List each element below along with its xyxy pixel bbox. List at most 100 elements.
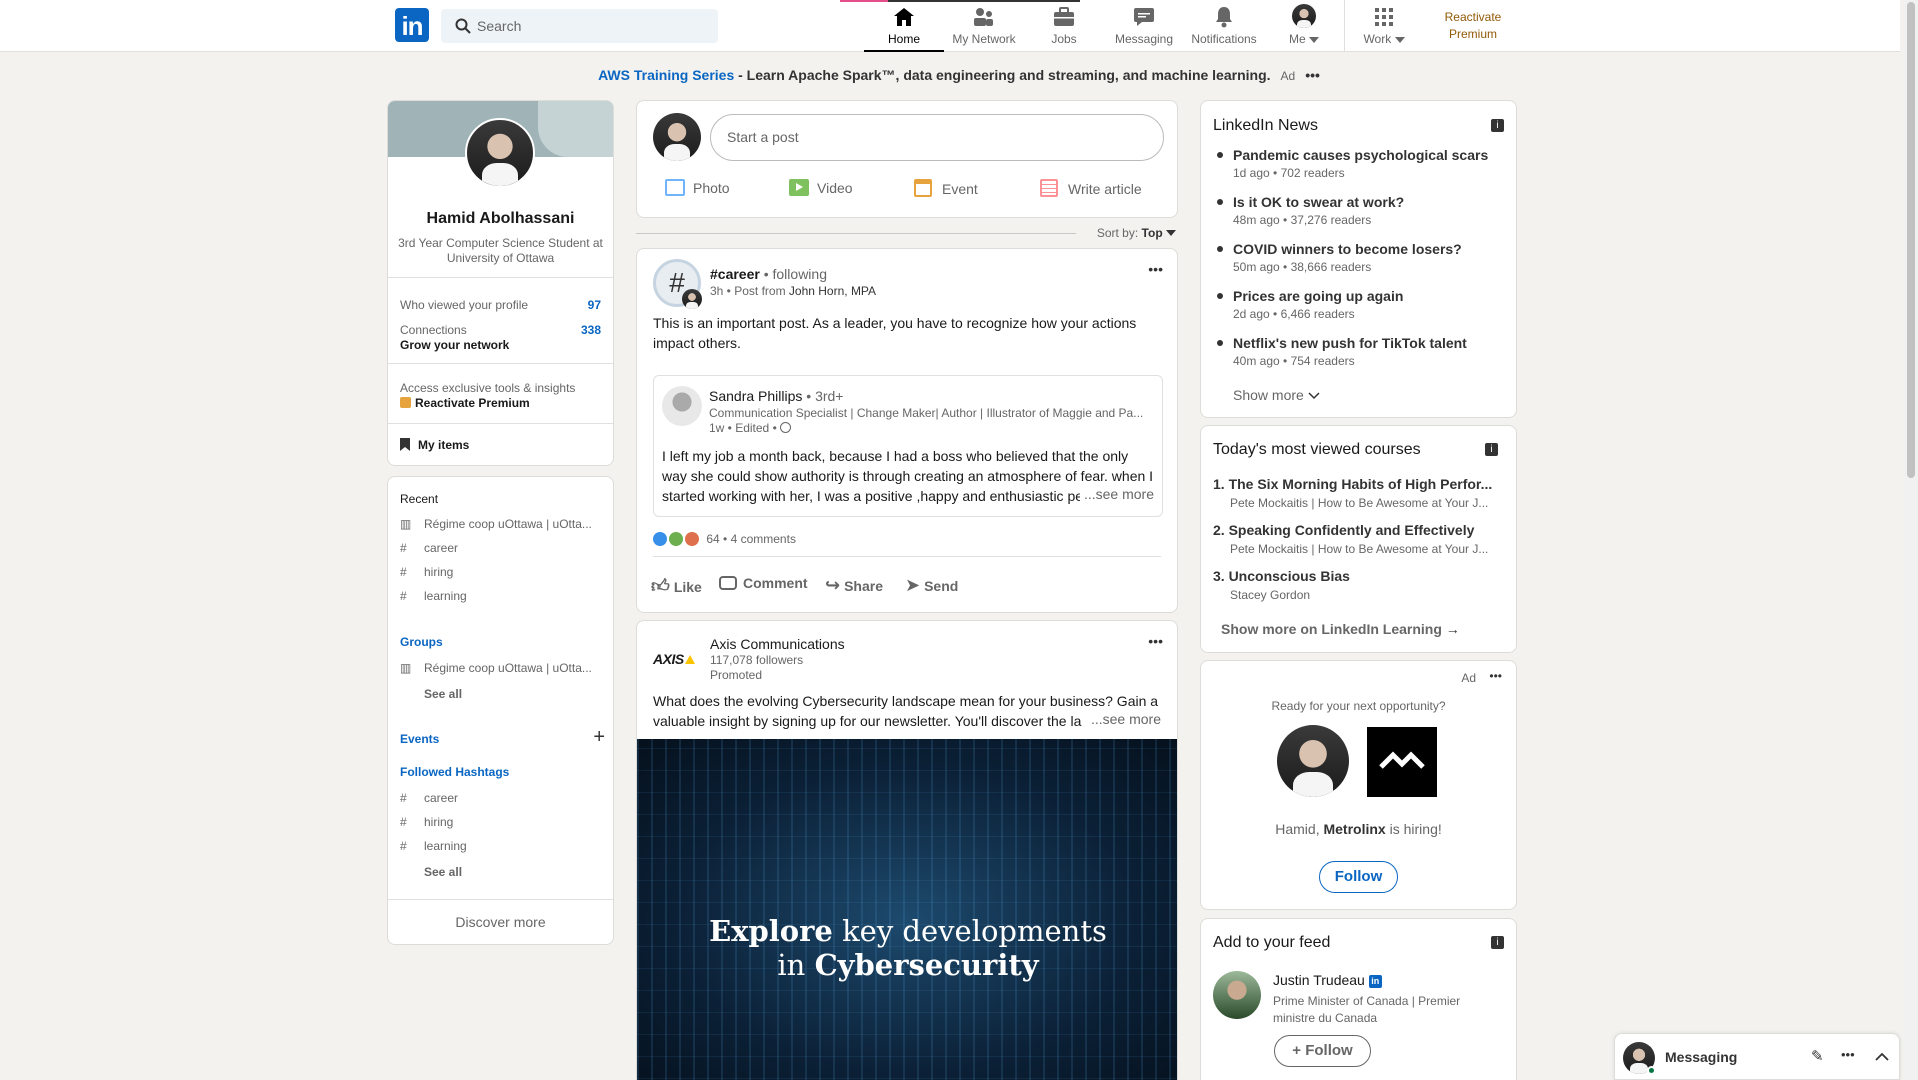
- nav-messaging[interactable]: Messaging: [1104, 0, 1184, 52]
- messaging-panel[interactable]: Messaging ✎ •••: [1614, 1033, 1900, 1080]
- shared-author-name[interactable]: Sandra Phillips: [709, 388, 802, 404]
- recent-item[interactable]: # learning: [400, 589, 467, 603]
- groups-title[interactable]: Groups: [400, 635, 443, 649]
- reactivate-premium-link[interactable]: Reactivate Premium: [1432, 9, 1514, 43]
- share-button[interactable]: ↪ Share: [825, 575, 883, 596]
- send-button[interactable]: ➤ Send: [905, 575, 958, 596]
- search-input[interactable]: [477, 9, 707, 43]
- globe-icon: [780, 422, 792, 433]
- chevron-up-icon[interactable]: [1875, 1052, 1889, 1061]
- learning-show-more[interactable]: Show more on LinkedIn Learning →: [1221, 621, 1460, 637]
- write-article-button[interactable]: Write article: [1040, 179, 1142, 197]
- shared-meta: 1w • Edited •: [709, 421, 792, 435]
- search-box[interactable]: [441, 9, 718, 43]
- feed-follow-button[interactable]: + Follow: [1274, 1035, 1371, 1067]
- like-button[interactable]: 👍︎ Like: [651, 575, 702, 597]
- news-item[interactable]: Pandemic causes psychological scars 1d ag…: [1213, 147, 1488, 180]
- messaging-label: Messaging: [1665, 1049, 1738, 1065]
- metrolinx-logo[interactable]: [1367, 727, 1437, 797]
- grow-network-link[interactable]: Grow your network: [400, 338, 509, 352]
- reactions-summary[interactable]: 64 • 4 comments: [653, 532, 796, 546]
- feed-person[interactable]: Justin Trudeau in: [1273, 972, 1382, 988]
- news-item[interactable]: Netflix's new push for TikTok talent 40m …: [1213, 335, 1467, 368]
- sandra-avatar[interactable]: [662, 386, 702, 426]
- comment-button[interactable]: Comment: [719, 575, 808, 591]
- nav-me[interactable]: Me: [1264, 0, 1344, 52]
- followed-hashtags-title[interactable]: Followed Hashtags: [400, 765, 509, 779]
- add-event-icon[interactable]: +: [593, 726, 605, 749]
- feed-title: Add to your feed: [1213, 934, 1331, 951]
- news-item[interactable]: COVID winners to become losers? 50m ago •…: [1213, 241, 1462, 274]
- discover-more-button[interactable]: Discover more: [388, 914, 613, 930]
- courses-card: Today's most viewed courses i 1. The Six…: [1200, 425, 1517, 653]
- ad-brand[interactable]: AWS Training Series: [598, 67, 734, 83]
- course-item[interactable]: 3. Unconscious Bias Stacey Gordon: [1213, 568, 1350, 602]
- axis-logo[interactable]: AXIS: [653, 651, 695, 667]
- nav-my-network[interactable]: My Network: [944, 0, 1024, 52]
- trudeau-avatar[interactable]: [1213, 971, 1261, 1019]
- ad-follow-button[interactable]: Follow: [1319, 861, 1398, 893]
- nav-jobs[interactable]: Jobs: [1024, 0, 1104, 52]
- hashtag-icon: #: [400, 541, 407, 555]
- hashtags-see-all[interactable]: See all: [424, 865, 462, 879]
- who-viewed-label[interactable]: Who viewed your profile: [400, 298, 528, 312]
- info-icon[interactable]: i: [1485, 443, 1498, 456]
- feed-post: # #career • following 3h • Post from Joh…: [636, 248, 1178, 613]
- comments-count[interactable]: • 4 comments: [723, 532, 796, 546]
- compose-icon[interactable]: ✎: [1811, 1047, 1824, 1065]
- more-options-icon[interactable]: •••: [1148, 261, 1163, 277]
- see-more-link[interactable]: ...see more: [1079, 486, 1154, 502]
- news-item[interactable]: Prices are going up again 2d ago • 6,466 …: [1213, 288, 1403, 321]
- shared-post[interactable]: Sandra Phillips • 3rd+ Communication Spe…: [653, 375, 1163, 517]
- sort-control[interactable]: Sort by: Top: [1097, 226, 1176, 240]
- nav-label: Me: [1264, 32, 1344, 46]
- start-post-input[interactable]: Start a post: [710, 114, 1164, 161]
- composer-avatar[interactable]: [653, 113, 701, 161]
- connections-label[interactable]: Connections: [400, 323, 467, 337]
- hashtag-link[interactable]: #career: [710, 266, 760, 282]
- photo-button[interactable]: Photo: [665, 179, 730, 196]
- more-options-icon[interactable]: •••: [1305, 67, 1320, 83]
- company-name[interactable]: Axis Communications: [710, 636, 845, 652]
- promoted-image[interactable]: Explore key developments in Cybersecurit…: [637, 739, 1177, 1080]
- info-icon[interactable]: i: [1491, 936, 1504, 949]
- hashtag-item[interactable]: # career: [400, 791, 458, 805]
- event-button[interactable]: Event: [914, 179, 978, 197]
- groups-see-all[interactable]: See all: [424, 687, 462, 701]
- see-more-link[interactable]: ...see more: [1086, 711, 1161, 727]
- more-options-icon[interactable]: •••: [1489, 669, 1502, 683]
- nav-notifications[interactable]: Notifications: [1184, 0, 1264, 52]
- profile-name[interactable]: Hamid Abolhassani: [388, 210, 613, 228]
- news-item[interactable]: Is it OK to swear at work? 48m ago • 37,2…: [1213, 194, 1404, 227]
- events-title[interactable]: Events: [400, 732, 439, 746]
- recent-item[interactable]: # career: [400, 541, 458, 555]
- course-item[interactable]: 2. Speaking Confidently and Effectively P…: [1213, 522, 1488, 556]
- info-icon[interactable]: i: [1491, 119, 1504, 132]
- nav-home[interactable]: Home: [864, 0, 944, 52]
- video-button[interactable]: Video: [789, 179, 853, 196]
- post-from-link[interactable]: John Horn, MPA: [789, 284, 876, 298]
- more-options-icon[interactable]: •••: [1148, 633, 1163, 649]
- reactivate-premium-button[interactable]: Reactivate Premium: [400, 396, 530, 410]
- nav-work[interactable]: Work: [1344, 0, 1424, 52]
- who-viewed-count[interactable]: 97: [588, 298, 601, 312]
- top-ad-banner[interactable]: AWS Training Series - Learn Apache Spark…: [0, 67, 1918, 83]
- group-item[interactable]: ▥ Régime coop uOttawa | uOtta...: [400, 661, 592, 675]
- profile-avatar[interactable]: [465, 118, 535, 188]
- more-options-icon[interactable]: •••: [1841, 1047, 1855, 1062]
- recent-item[interactable]: # hiring: [400, 565, 453, 579]
- news-show-more[interactable]: Show more: [1233, 387, 1320, 403]
- recent-item[interactable]: ▥ Régime coop uOttawa | uOtta...: [400, 517, 592, 531]
- scrollbar-thumb[interactable]: [1907, 2, 1915, 478]
- course-item[interactable]: 1. The Six Morning Habits of High Perfor…: [1213, 476, 1492, 510]
- linkedin-logo[interactable]: in: [395, 8, 429, 42]
- scrollbar[interactable]: [1904, 0, 1918, 1080]
- connections-count[interactable]: 338: [581, 323, 601, 337]
- my-items-link[interactable]: My items: [400, 438, 469, 452]
- calendar-icon: [914, 179, 932, 197]
- bell-icon: [1216, 7, 1232, 28]
- hashtag-item[interactable]: # learning: [400, 839, 467, 853]
- linkedin-badge-icon: in: [1368, 975, 1382, 988]
- hashtag-item[interactable]: # hiring: [400, 815, 453, 829]
- briefcase-icon: [1054, 7, 1074, 26]
